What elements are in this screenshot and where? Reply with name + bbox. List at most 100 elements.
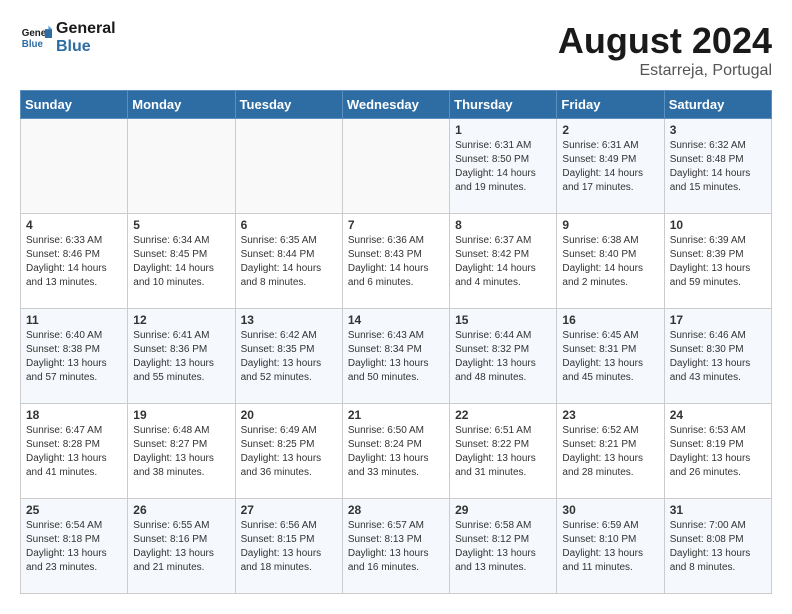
calendar-cell: 24Sunrise: 6:53 AM Sunset: 8:19 PM Dayli… [664, 404, 771, 499]
calendar-cell: 13Sunrise: 6:42 AM Sunset: 8:35 PM Dayli… [235, 309, 342, 404]
calendar-week-5: 25 Sunrise: 6:54 AM Sunset: 8:18 PM Dayli… [21, 499, 772, 594]
calendar-cell: 31Sunrise: 7:00 AM Sunset: 8:08 PM Dayli… [664, 499, 771, 594]
day-number: 22 [455, 408, 551, 422]
day-number: 5 [133, 218, 229, 232]
day-info: Sunrise: 6:31 AM Sunset: 8:49 PM Dayligh… [562, 139, 658, 195]
calendar-cell: 6Sunrise: 6:35 AM Sunset: 8:44 PM Daylig… [235, 214, 342, 309]
day-number: 28 [348, 503, 444, 517]
calendar-cell: 22 Sunrise: 6:51 AM Sunset: 8:22 PM Dayli… [450, 404, 557, 499]
calendar-cell: 1Sunrise: 6:31 AM Sunset: 8:50 PM Daylig… [450, 119, 557, 214]
day-number: 17 [670, 313, 766, 327]
day-number: 1 [455, 123, 551, 137]
calendar-cell: 14 Sunrise: 6:43 AM Sunset: 8:34 PM Dayli… [342, 309, 449, 404]
logo: General Blue General Blue [20, 20, 116, 57]
calendar-cell: 26 Sunrise: 6:55 AM Sunset: 8:16 PM Dayli… [128, 499, 235, 594]
header: General Blue General Blue August 2024 Es… [20, 20, 772, 80]
day-info: Sunrise: 6:51 AM Sunset: 8:22 PM Dayligh… [455, 424, 551, 480]
calendar-cell: 30Sunrise: 6:59 AM Sunset: 8:10 PM Dayli… [557, 499, 664, 594]
day-number: 31 [670, 503, 766, 517]
day-info: Sunrise: 6:40 AM Sunset: 8:38 PM Dayligh… [26, 329, 122, 385]
calendar-cell: 20 Sunrise: 6:49 AM Sunset: 8:25 PM Dayli… [235, 404, 342, 499]
calendar-cell: 17 Sunrise: 6:46 AM Sunset: 8:30 PM Dayli… [664, 309, 771, 404]
calendar-cell: 9Sunrise: 6:38 AM Sunset: 8:40 PM Daylig… [557, 214, 664, 309]
day-number: 21 [348, 408, 444, 422]
day-number: 25 [26, 503, 122, 517]
day-info: Sunrise: 6:46 AM Sunset: 8:30 PM Dayligh… [670, 329, 766, 385]
calendar-cell: 4 Sunrise: 6:33 AM Sunset: 8:46 PM Daylig… [21, 214, 128, 309]
day-info: Sunrise: 6:47 AM Sunset: 8:28 PM Dayligh… [26, 424, 122, 480]
day-info: Sunrise: 6:42 AM Sunset: 8:35 PM Dayligh… [241, 329, 337, 385]
logo-blue: Blue [56, 38, 116, 56]
day-number: 16 [562, 313, 658, 327]
day-number: 19 [133, 408, 229, 422]
day-info: Sunrise: 6:39 AM Sunset: 8:39 PM Dayligh… [670, 234, 766, 290]
calendar-cell: 3 Sunrise: 6:32 AM Sunset: 8:48 PM Daylig… [664, 119, 771, 214]
day-info: Sunrise: 6:50 AM Sunset: 8:24 PM Dayligh… [348, 424, 444, 480]
day-info: Sunrise: 6:57 AM Sunset: 8:13 PM Dayligh… [348, 519, 444, 575]
svg-text:Blue: Blue [22, 39, 44, 50]
calendar-cell [128, 119, 235, 214]
day-info: Sunrise: 6:52 AM Sunset: 8:21 PM Dayligh… [562, 424, 658, 480]
day-number: 20 [241, 408, 337, 422]
day-info: Sunrise: 6:35 AM Sunset: 8:44 PM Dayligh… [241, 234, 337, 290]
day-number: 11 [26, 313, 122, 327]
calendar-cell: 15 Sunrise: 6:44 AM Sunset: 8:32 PM Dayli… [450, 309, 557, 404]
calendar-title: August 2024 [558, 20, 772, 62]
weekday-header-saturday: Saturday [664, 91, 771, 119]
day-info: Sunrise: 6:45 AM Sunset: 8:31 PM Dayligh… [562, 329, 658, 385]
day-number: 26 [133, 503, 229, 517]
day-info: Sunrise: 6:53 AM Sunset: 8:19 PM Dayligh… [670, 424, 766, 480]
calendar-cell: 11 Sunrise: 6:40 AM Sunset: 8:38 PM Dayli… [21, 309, 128, 404]
day-number: 18 [26, 408, 122, 422]
calendar-week-3: 11 Sunrise: 6:40 AM Sunset: 8:38 PM Dayli… [21, 309, 772, 404]
day-number: 3 [670, 123, 766, 137]
calendar-cell: 29 Sunrise: 6:58 AM Sunset: 8:12 PM Dayli… [450, 499, 557, 594]
calendar-cell: 16 Sunrise: 6:45 AM Sunset: 8:31 PM Dayli… [557, 309, 664, 404]
calendar-week-1: 1Sunrise: 6:31 AM Sunset: 8:50 PM Daylig… [21, 119, 772, 214]
calendar-cell: 8Sunrise: 6:37 AM Sunset: 8:42 PM Daylig… [450, 214, 557, 309]
calendar-week-4: 18 Sunrise: 6:47 AM Sunset: 8:28 PM Dayli… [21, 404, 772, 499]
day-number: 15 [455, 313, 551, 327]
day-info: Sunrise: 6:43 AM Sunset: 8:34 PM Dayligh… [348, 329, 444, 385]
weekday-header-friday: Friday [557, 91, 664, 119]
day-info: Sunrise: 6:33 AM Sunset: 8:46 PM Dayligh… [26, 234, 122, 290]
logo-general: General [56, 20, 116, 38]
day-info: Sunrise: 6:37 AM Sunset: 8:42 PM Dayligh… [455, 234, 551, 290]
day-info: Sunrise: 6:49 AM Sunset: 8:25 PM Dayligh… [241, 424, 337, 480]
calendar-cell: 18 Sunrise: 6:47 AM Sunset: 8:28 PM Dayli… [21, 404, 128, 499]
calendar-cell [235, 119, 342, 214]
day-number: 12 [133, 313, 229, 327]
calendar-table: SundayMondayTuesdayWednesdayThursdayFrid… [20, 90, 772, 594]
day-number: 4 [26, 218, 122, 232]
calendar-cell: 5 Sunrise: 6:34 AM Sunset: 8:45 PM Daylig… [128, 214, 235, 309]
day-info: Sunrise: 6:38 AM Sunset: 8:40 PM Dayligh… [562, 234, 658, 290]
weekday-header-thursday: Thursday [450, 91, 557, 119]
weekday-header-tuesday: Tuesday [235, 91, 342, 119]
day-number: 30 [562, 503, 658, 517]
calendar-cell [21, 119, 128, 214]
calendar-week-2: 4 Sunrise: 6:33 AM Sunset: 8:46 PM Daylig… [21, 214, 772, 309]
calendar-cell [342, 119, 449, 214]
day-info: Sunrise: 6:54 AM Sunset: 8:18 PM Dayligh… [26, 519, 122, 575]
day-info: Sunrise: 6:44 AM Sunset: 8:32 PM Dayligh… [455, 329, 551, 385]
calendar-cell: 12 Sunrise: 6:41 AM Sunset: 8:36 PM Dayli… [128, 309, 235, 404]
calendar-cell: 28 Sunrise: 6:57 AM Sunset: 8:13 PM Dayli… [342, 499, 449, 594]
day-info: Sunrise: 6:41 AM Sunset: 8:36 PM Dayligh… [133, 329, 229, 385]
calendar-cell: 21 Sunrise: 6:50 AM Sunset: 8:24 PM Dayli… [342, 404, 449, 499]
title-area: August 2024 Estarreja, Portugal [558, 20, 772, 80]
logo-icon: General Blue [20, 22, 52, 54]
calendar-subtitle: Estarreja, Portugal [558, 62, 772, 80]
day-info: Sunrise: 6:58 AM Sunset: 8:12 PM Dayligh… [455, 519, 551, 575]
weekday-header-sunday: Sunday [21, 91, 128, 119]
calendar-cell: 25 Sunrise: 6:54 AM Sunset: 8:18 PM Dayli… [21, 499, 128, 594]
day-info: Sunrise: 6:36 AM Sunset: 8:43 PM Dayligh… [348, 234, 444, 290]
day-number: 14 [348, 313, 444, 327]
day-number: 2 [562, 123, 658, 137]
day-info: Sunrise: 6:34 AM Sunset: 8:45 PM Dayligh… [133, 234, 229, 290]
day-info: Sunrise: 6:32 AM Sunset: 8:48 PM Dayligh… [670, 139, 766, 195]
day-number: 29 [455, 503, 551, 517]
day-info: Sunrise: 6:56 AM Sunset: 8:15 PM Dayligh… [241, 519, 337, 575]
day-info: Sunrise: 6:55 AM Sunset: 8:16 PM Dayligh… [133, 519, 229, 575]
calendar-cell: 23 Sunrise: 6:52 AM Sunset: 8:21 PM Dayli… [557, 404, 664, 499]
day-number: 23 [562, 408, 658, 422]
